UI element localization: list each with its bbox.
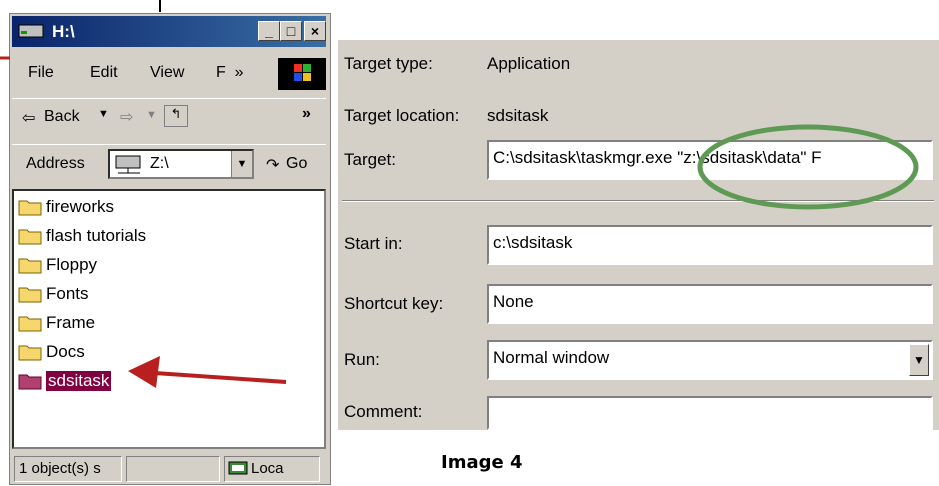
image-caption: Image 4 — [441, 452, 523, 473]
red-arrow-icon — [128, 356, 287, 388]
annotation-overlay — [0, 0, 919, 388]
highlight-ellipse — [697, 124, 919, 210]
